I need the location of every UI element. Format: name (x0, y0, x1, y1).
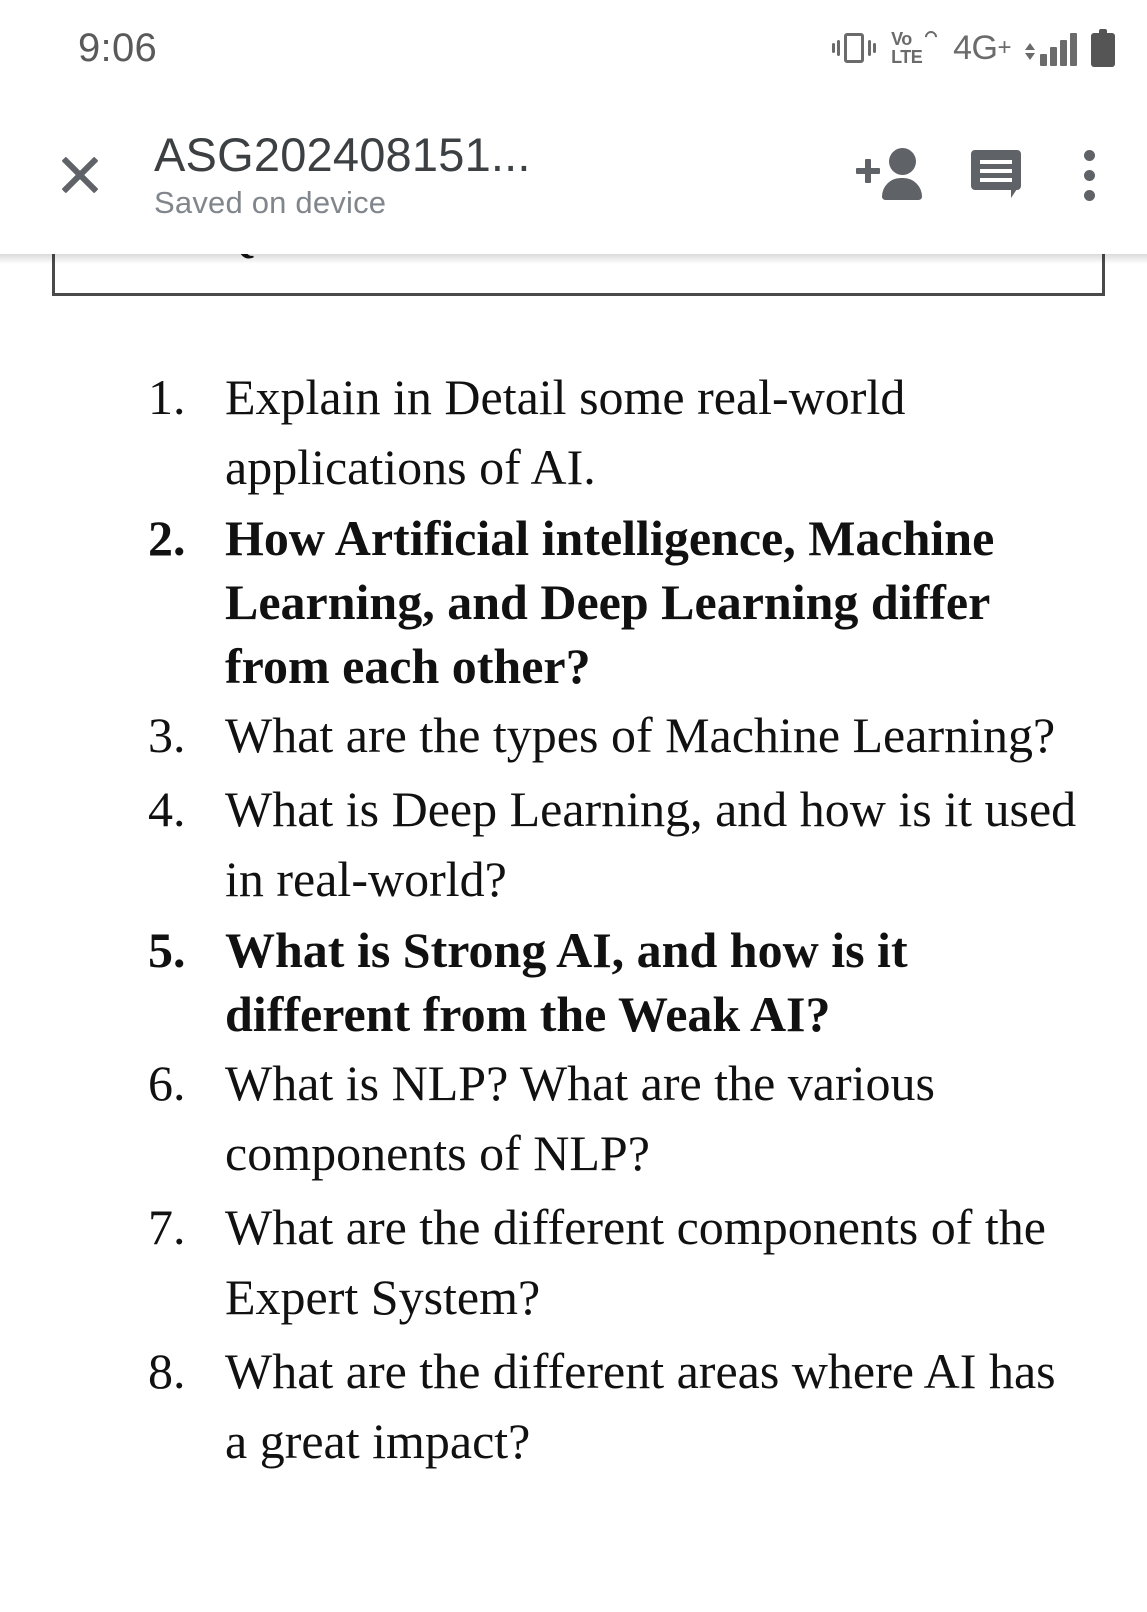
question-item: 8. What are the different areas where AI … (0, 1336, 1147, 1476)
document-page: Marks Questions 1. Explain in Detail some… (0, 254, 1147, 1612)
question-item: 6. What is NLP? What are the various comp… (0, 1048, 1147, 1188)
add-collaborator-button[interactable] (835, 121, 943, 229)
question-number: 2. (148, 510, 186, 566)
network-type-text: 4G (953, 28, 998, 67)
table-cell-text: Marks Questions (71, 254, 425, 262)
question-text: What is Strong AI, and how is it differe… (225, 922, 908, 1042)
more-vert-icon (1083, 149, 1095, 201)
document-save-status: Saved on device (154, 184, 387, 220)
close-button[interactable] (34, 129, 126, 221)
question-item: 3. What are the types of Machine Learning… (0, 700, 1147, 770)
document-scroll-area[interactable]: Marks Questions 1. Explain in Detail some… (0, 254, 1147, 1612)
status-bar-icons: Vo LTE 4G + (831, 29, 1115, 68)
close-icon (57, 152, 103, 198)
question-item: 2. How Artificial intelligence, Machine L… (0, 506, 1147, 698)
question-text: Explain in Detail some real-world applic… (225, 369, 906, 495)
app-toolbar: ASG202408151... Saved on device (0, 96, 1147, 264)
question-number: 4. (148, 781, 186, 837)
question-item: 1. Explain in Detail some real-world appl… (0, 362, 1147, 502)
question-text: How Artificial intelligence, Machine Lea… (225, 510, 995, 694)
comment-icon (971, 150, 1023, 200)
question-text: What is NLP? What are the various compon… (225, 1055, 935, 1181)
volte-icon-bottom: LTE (891, 47, 923, 67)
question-list: 1. Explain in Detail some real-world appl… (0, 362, 1147, 1480)
question-item: 7. What are the different components of t… (0, 1192, 1147, 1332)
question-text: What are the types of Machine Learning? (225, 707, 1056, 763)
question-number: 3. (148, 707, 186, 763)
question-text: What are the different areas where AI ha… (225, 1343, 1056, 1469)
question-text: What is Deep Learning, and how is it use… (225, 781, 1077, 907)
question-number: 7. (148, 1199, 186, 1255)
question-number: 1. (148, 369, 186, 425)
status-bar: 9:06 Vo LTE 4G + (0, 0, 1147, 96)
question-text: What are the different components of the… (225, 1199, 1046, 1325)
battery-icon (1091, 29, 1115, 67)
volte-icon: Vo LTE (891, 28, 940, 67)
network-type-label: 4G + (953, 29, 1011, 68)
question-number: 6. (148, 1055, 186, 1111)
network-type-plus: + (997, 34, 1011, 61)
question-item: 5. What is Strong AI, and how is it diffe… (0, 918, 1147, 1046)
document-title-block[interactable]: ASG202408151... Saved on device (126, 129, 835, 221)
table-cell-marks-questions: Marks Questions (52, 254, 1105, 296)
signal-bars-icon (1025, 30, 1077, 66)
toolbar-actions (835, 121, 1127, 229)
volte-icon-top: Vo (891, 29, 912, 49)
overflow-menu-button[interactable] (1051, 121, 1127, 229)
question-item: 4. What is Deep Learning, and how is it u… (0, 774, 1147, 914)
question-number: 5. (148, 922, 186, 978)
vibrate-icon (831, 31, 877, 65)
question-number: 8. (148, 1343, 186, 1399)
comments-button[interactable] (943, 121, 1051, 229)
status-bar-time: 9:06 (78, 25, 158, 70)
document-title: ASG202408151... (154, 129, 531, 182)
person-add-icon (856, 148, 922, 202)
